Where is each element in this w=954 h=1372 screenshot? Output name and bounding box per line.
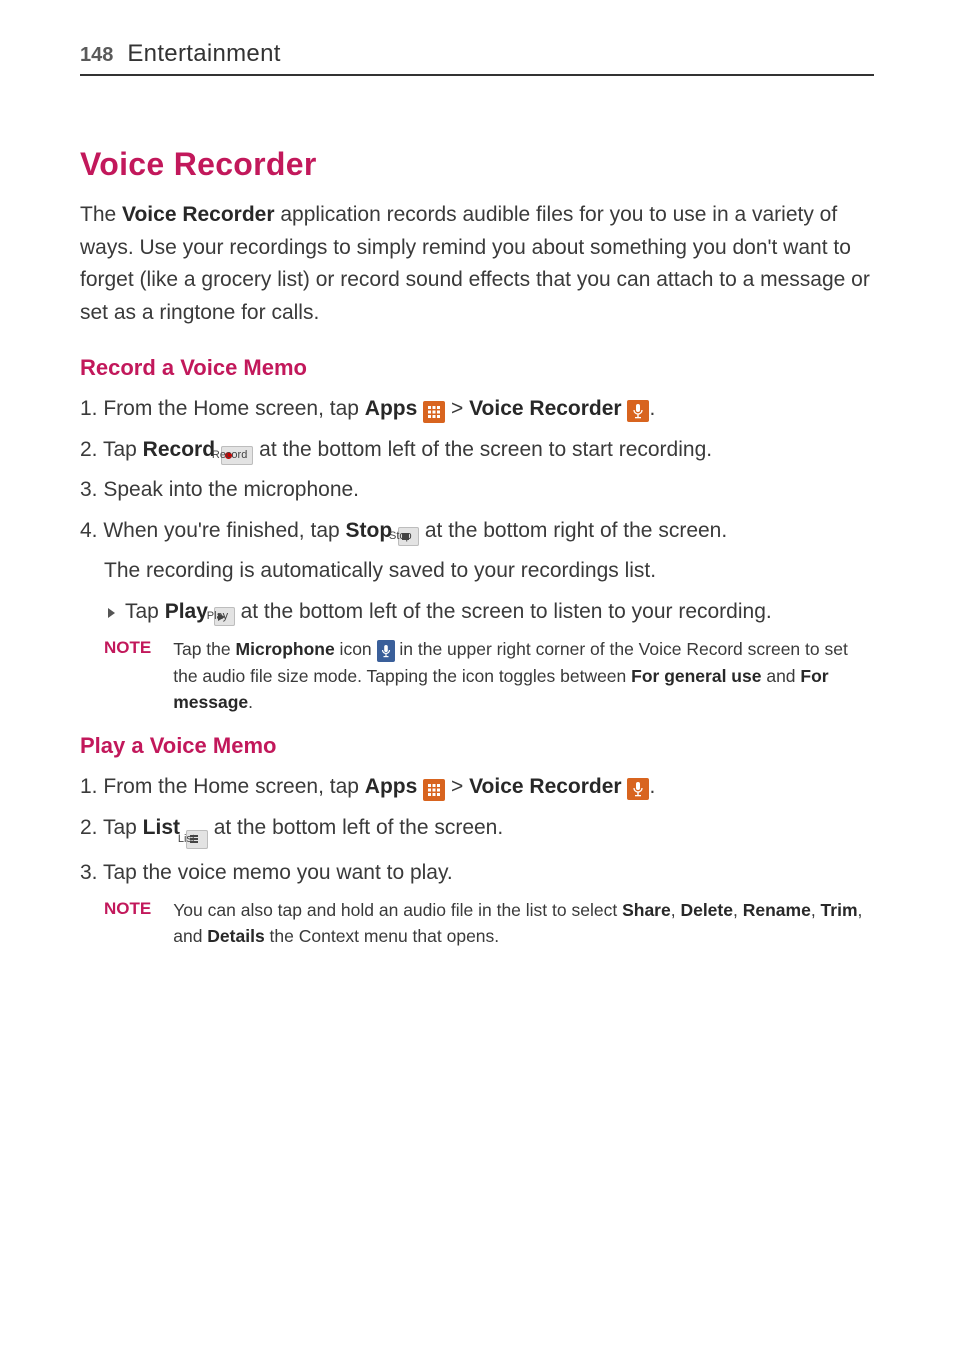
note-text: Tap the Microphone icon in the upper rig… — [173, 636, 874, 715]
apps-icon — [423, 779, 445, 801]
label-share: Share — [622, 900, 671, 920]
text: , — [811, 900, 821, 920]
stop-button-icon: Stop — [398, 527, 419, 546]
text: Tap — [103, 816, 143, 839]
record-step-4: 4. When you're finished, tap Stop Stop a… — [80, 515, 874, 548]
record-button-icon: Record — [221, 446, 253, 465]
step-number: 3. — [80, 478, 103, 501]
record-note: NOTE Tap the Microphone icon in the uppe… — [80, 636, 874, 715]
record-step-1: 1. From the Home screen, tap Apps > Voic… — [80, 393, 874, 426]
step-number: 3. — [80, 861, 103, 884]
text: Tap the voice memo you want to play. — [103, 861, 453, 884]
page-title: Voice Recorder — [80, 146, 874, 183]
label-voice-recorder: Voice Recorder — [469, 775, 622, 798]
apps-icon — [423, 401, 445, 423]
text: You can also tap and hold an audio file … — [173, 900, 622, 920]
play-step-3: 3. Tap the voice memo you want to play. — [80, 857, 874, 890]
text: and — [761, 666, 800, 686]
app-name: Voice Recorder — [122, 203, 275, 226]
record-step-3: 3. Speak into the microphone. — [80, 474, 874, 507]
text: > — [451, 775, 469, 798]
text: When you're finished, tap — [103, 519, 345, 542]
page-header: 148 Entertainment — [80, 40, 874, 76]
intro-paragraph: The Voice Recorder application records a… — [80, 199, 874, 329]
record-step-2: 2. Tap Record Record at the bottom left … — [80, 434, 874, 467]
page-number: 148 — [80, 44, 113, 67]
step-number: 4. — [80, 519, 103, 542]
microphone-icon — [377, 640, 395, 662]
text: icon — [335, 639, 377, 659]
note-label: NOTE — [104, 897, 151, 919]
text: the Context menu that opens. — [265, 926, 499, 946]
note-label: NOTE — [104, 636, 151, 658]
text: Tap the — [173, 639, 235, 659]
text: Tap — [103, 438, 143, 461]
note-text: You can also tap and hold an audio file … — [173, 897, 874, 950]
label-rename: Rename — [743, 900, 811, 920]
label-play: Play — [165, 600, 208, 623]
label-apps: Apps — [365, 397, 418, 420]
text: at the bottom right of the screen. — [419, 519, 727, 542]
step-number: 1. — [80, 397, 103, 420]
text: Tap — [125, 600, 165, 623]
label-trim: Trim — [821, 900, 858, 920]
section-heading-record: Record a Voice Memo — [80, 355, 874, 381]
label-delete: Delete — [680, 900, 733, 920]
list-button-icon: List — [186, 830, 208, 849]
text: . — [649, 775, 655, 798]
label-details: Details — [207, 926, 264, 946]
record-substep-play: Tap Play Play at the bottom left of the … — [80, 596, 874, 629]
play-step-1: 1. From the Home screen, tap Apps > Voic… — [80, 771, 874, 804]
text: The — [80, 203, 122, 226]
text: at the bottom left of the screen. — [208, 816, 503, 839]
text: . — [248, 692, 253, 712]
label-record: Record — [143, 438, 215, 461]
text: , — [671, 900, 681, 920]
bullet-icon — [108, 608, 115, 618]
label-microphone: Microphone — [236, 639, 335, 659]
text: . — [649, 397, 655, 420]
play-step-2: 2. Tap List List at the bottom left of t… — [80, 812, 874, 849]
section-heading-play: Play a Voice Memo — [80, 733, 874, 759]
play-note: NOTE You can also tap and hold an audio … — [80, 897, 874, 950]
text: Speak into the microphone. — [103, 478, 359, 501]
label-voice-recorder: Voice Recorder — [469, 397, 622, 420]
text: at the bottom left of the screen to list… — [235, 600, 772, 623]
label-general-use: For general use — [631, 666, 761, 686]
voice-recorder-icon — [627, 400, 649, 422]
voice-recorder-icon — [627, 778, 649, 800]
label-stop: Stop — [346, 519, 393, 542]
document-page: 148 Entertainment Voice Recorder The Voi… — [0, 0, 954, 1008]
text: , — [733, 900, 743, 920]
text: From the Home screen, tap — [103, 397, 364, 420]
text: > — [451, 397, 469, 420]
step-number: 2. — [80, 438, 103, 461]
text: From the Home screen, tap — [103, 775, 364, 798]
label-list: List — [143, 816, 180, 839]
step-number: 2. — [80, 816, 103, 839]
step-number: 1. — [80, 775, 103, 798]
header-section: Entertainment — [127, 40, 280, 68]
button-label: Record — [236, 447, 247, 464]
play-button-icon: Play — [214, 607, 235, 626]
label-apps: Apps — [365, 775, 418, 798]
record-step-4-line2: The recording is automatically saved to … — [80, 555, 874, 588]
text: at the bottom left of the screen to star… — [253, 438, 712, 461]
